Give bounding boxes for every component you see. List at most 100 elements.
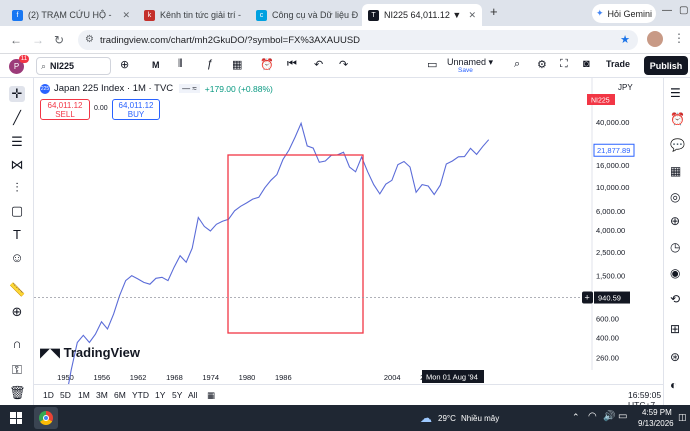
pine-editor-icon[interactable]: ◷ (670, 240, 680, 254)
url-field[interactable]: ⚙ tradingview.com/chart/mh2GkuDO/?symbol… (78, 30, 638, 50)
watchlist-icon[interactable]: ☰ (670, 86, 681, 100)
quick-search-icon[interactable]: ⌕ (514, 58, 520, 71)
notification-center-icon[interactable]: ◫ (678, 412, 687, 423)
alerts-panel-icon[interactable]: ⏰ (670, 112, 685, 126)
notification-badge: 11 (19, 55, 29, 63)
new-tab-icon[interactable]: + (490, 4, 498, 19)
x-tick-label: 1950 (57, 373, 74, 382)
close-tab-icon[interactable]: ✕ (241, 10, 248, 21)
weather-temp[interactable]: 29°C (438, 414, 456, 423)
fullscreen-icon[interactable]: ⛶ (560, 58, 568, 71)
x-tick-label: 1980 (239, 373, 256, 382)
highlight-rectangle (227, 154, 364, 334)
browser-tab-3[interactable]: c Công cụ và Dữ liệu Đ ✕ (250, 4, 360, 26)
templates-icon[interactable]: ▦ (232, 58, 242, 71)
chat-icon[interactable]: 💬 (670, 138, 685, 152)
wifi-icon[interactable]: ◠ (588, 411, 597, 422)
buy-button[interactable]: 64,011.12 BUY (112, 99, 160, 120)
weather-text[interactable]: Nhiều mây (461, 414, 499, 423)
gemini-button[interactable]: ✦ Hỏi Gemini (592, 4, 656, 23)
redo-icon[interactable]: ↷ (339, 58, 348, 71)
range-3m[interactable]: 3M (96, 390, 108, 400)
text-tool-icon[interactable]: T (9, 227, 25, 242)
currency-label: JPY (618, 83, 633, 92)
notifications-icon[interactable]: ◐ (670, 378, 677, 392)
price-chart[interactable]: JPY NI225 40,000.00 16,000.00 10,000.00 6,000… (34, 78, 656, 403)
screener-icon[interactable]: ⊕ (670, 214, 680, 228)
ideas-icon[interactable]: ◎ (670, 190, 680, 204)
bookmark-star-icon[interactable]: ★ (620, 33, 630, 46)
tray-chevron-icon[interactable]: ⌃ (572, 412, 580, 423)
calendar-icon[interactable]: ▦ (670, 164, 681, 178)
publish-button[interactable]: Publish (644, 56, 688, 75)
sell-button[interactable]: 64,011.12 SELL (40, 99, 90, 120)
browser-profile-avatar[interactable] (647, 31, 663, 47)
battery-icon[interactable]: ▭ (618, 411, 627, 422)
layout-icon[interactable]: ▭ (427, 58, 437, 71)
alert-icon[interactable]: ⏰ (260, 58, 274, 71)
snapshot-icon[interactable]: ◙ (583, 58, 590, 70)
magnet-icon[interactable]: ∩ (9, 336, 25, 351)
pattern-icon[interactable]: ⋈ (9, 157, 25, 173)
drawing-toolbar: ✛ ╱ ☰ ⋈ ⫶ ▢ T ☺ 📏 ⊕ ∩ ⚿ 🗑 (0, 78, 34, 405)
browser-tab-1[interactable]: f (2) TRẠM CỨU HỘ - ✕ (6, 4, 136, 26)
windows-start-icon[interactable] (10, 412, 22, 424)
range-ytd[interactable]: YTD (132, 390, 149, 400)
forward-icon[interactable]: → (32, 33, 44, 47)
symbol-search[interactable]: ⌕ NI225 (36, 57, 111, 75)
indicators-icon[interactable]: ƒ (207, 58, 213, 70)
geometry-icon[interactable]: ▢ (9, 203, 25, 219)
compare-symbol-icon[interactable]: ⊕ (120, 58, 129, 71)
site-info-icon[interactable]: ⚙ (85, 34, 94, 45)
close-tab-icon[interactable]: ✕ (358, 10, 360, 21)
eye-icon[interactable]: — ≈ (179, 84, 200, 93)
taskbar-time[interactable]: 4:59 PM (642, 408, 672, 417)
interval-button[interactable]: M (152, 60, 160, 70)
crosshair-icon[interactable]: ✛ (9, 86, 25, 102)
maximize-icon[interactable]: ▢ (679, 5, 688, 16)
range-6m[interactable]: 6M (114, 390, 126, 400)
news-icon[interactable]: ⊞ (670, 322, 680, 336)
icons-tool-icon[interactable]: ☺ (9, 250, 25, 265)
back-icon[interactable]: ← (10, 33, 22, 47)
range-1y[interactable]: 1Y (155, 390, 165, 400)
browser-tab-4[interactable]: T NI225 64,011.12 ▼ ✕ (362, 4, 482, 26)
prediction-icon[interactable]: ⫶ (9, 180, 25, 196)
volume-icon[interactable]: 🔊 (603, 411, 615, 422)
chrome-taskbar-icon[interactable] (34, 407, 58, 429)
weather-icon[interactable]: ☁ (420, 411, 432, 425)
legend-title[interactable]: Japan 225 Index · 1M · TVC (54, 83, 173, 94)
range-1m[interactable]: 1M (78, 390, 90, 400)
trash-icon[interactable]: 🗑 (9, 385, 26, 401)
range-5y[interactable]: 5Y (172, 390, 182, 400)
replay-icon[interactable]: ⏮ (287, 58, 297, 71)
browser-menu-icon[interactable]: ⋮ (673, 31, 685, 45)
undo-icon[interactable]: ↶ (314, 58, 323, 71)
streams-icon[interactable]: ◉ (670, 266, 680, 280)
range-1d[interactable]: 1D (43, 390, 54, 400)
tradingview-watermark[interactable]: ◤◥ TradingView (40, 345, 140, 361)
hotlists-icon[interactable]: ⟲ (670, 292, 680, 306)
reload-icon[interactable]: ↻ (54, 33, 64, 47)
minimize-icon[interactable]: — (662, 5, 672, 16)
bar-style-icon[interactable]: ⫴ (178, 58, 183, 71)
trade-button[interactable]: Trade (606, 59, 630, 69)
y-tick-label: 400.00 (596, 334, 619, 343)
y-tick-label: 10,000.00 (596, 183, 629, 192)
fib-icon[interactable]: ☰ (9, 134, 25, 150)
chart-area[interactable]: JPY NI225 40,000.00 16,000.00 10,000.00 6,000… (34, 78, 656, 403)
close-tab-icon[interactable]: ✕ (462, 10, 476, 21)
ruler-icon[interactable]: 📏 (9, 282, 25, 298)
taskbar-date[interactable]: 9/13/2026 (638, 419, 674, 428)
settings-icon[interactable]: ⚙ (537, 58, 547, 71)
date-range-icon[interactable]: ▦ (207, 390, 215, 401)
chart-legend: 225 Japan 225 Index · 1M · TVC — ≈ +179.… (40, 83, 273, 94)
range-5d[interactable]: 5D (60, 390, 71, 400)
trend-line-icon[interactable]: ╱ (9, 110, 25, 126)
zoom-icon[interactable]: ⊕ (9, 304, 25, 320)
help-icon[interactable]: ⊛ (670, 350, 680, 364)
lock-icon[interactable]: ⚿ (9, 362, 25, 378)
close-tab-icon[interactable]: ✕ (116, 10, 130, 21)
range-all[interactable]: All (188, 390, 197, 400)
browser-tab-2[interactable]: k Kênh tin tức giải trí - ✕ (138, 4, 248, 26)
